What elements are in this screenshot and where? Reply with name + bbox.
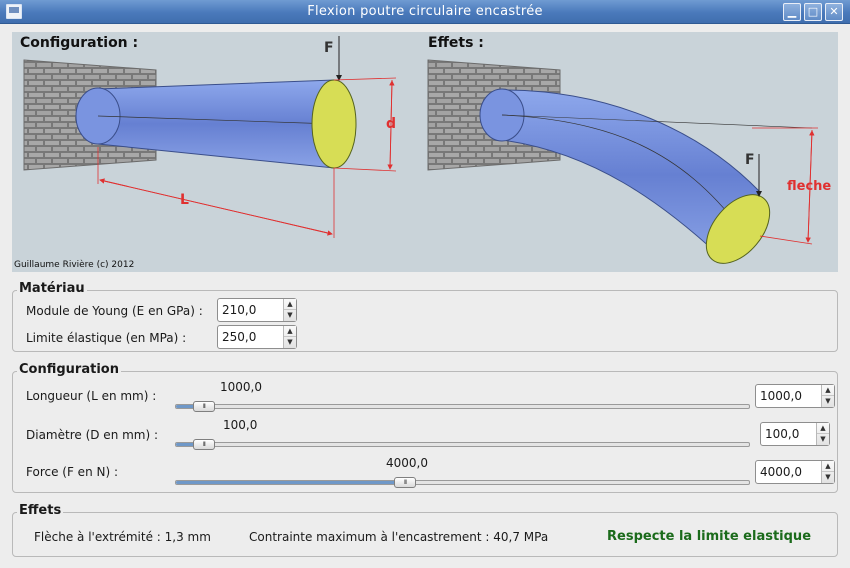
force-slider-fill xyxy=(176,481,406,484)
young-down-icon[interactable]: ▼ xyxy=(284,310,296,321)
length-slider-value: 1000,0 xyxy=(220,380,262,394)
close-icon[interactable]: ✕ xyxy=(825,3,843,21)
force-slider-handle[interactable]: III xyxy=(394,477,416,488)
length-spinbox[interactable]: 1000,0 ▲ ▼ xyxy=(755,384,835,408)
force-down-icon[interactable]: ▼ xyxy=(822,472,834,483)
config-label: Configuration : xyxy=(20,35,139,51)
diameter-value[interactable]: 100,0 xyxy=(765,427,799,441)
length-slider[interactable] xyxy=(175,404,750,409)
length-up-icon[interactable]: ▲ xyxy=(822,385,834,396)
length-value[interactable]: 1000,0 xyxy=(760,389,802,403)
limit-label: Limite élastique (en MPa) : xyxy=(26,331,187,345)
diameter-row-label: Diamètre (D en mm) : xyxy=(26,428,159,442)
diameter-spinbox[interactable]: 100,0 ▲ ▼ xyxy=(760,422,830,446)
young-spinbox[interactable]: 210,0 ▲ ▼ xyxy=(217,298,297,322)
force-label-right: F xyxy=(745,152,755,168)
diameter-down-icon[interactable]: ▼ xyxy=(817,434,829,445)
diameter-slider[interactable] xyxy=(175,442,750,447)
deflection-label: fleche xyxy=(787,179,832,194)
maximize-icon[interactable]: □ xyxy=(804,3,822,21)
force-slider-value: 4000,0 xyxy=(386,456,428,470)
status-text: Respecte la limite elastique xyxy=(607,529,812,544)
young-label: Module de Young (E en GPa) : xyxy=(26,304,203,318)
length-down-icon[interactable]: ▼ xyxy=(822,396,834,407)
force-slider[interactable] xyxy=(175,480,750,485)
configuration-title: Configuration xyxy=(17,362,121,377)
deflection-result: Flèche à l'extrémité : 1,3 mm xyxy=(34,530,211,544)
minimize-icon[interactable]: ▁ xyxy=(783,3,801,21)
limit-up-icon[interactable]: ▲ xyxy=(284,326,296,337)
length-row-label: Longueur (L en mm) : xyxy=(26,389,157,403)
effects-label: Effets : xyxy=(428,35,484,51)
materiau-title: Matériau xyxy=(17,281,87,296)
stress-result: Contrainte maximum à l'encastrement : 40… xyxy=(249,530,549,544)
limit-down-icon[interactable]: ▼ xyxy=(284,337,296,348)
limit-value[interactable]: 250,0 xyxy=(222,330,256,344)
effets-title: Effets xyxy=(17,503,64,518)
illustration-drawing xyxy=(23,36,818,264)
diameter-label: d xyxy=(386,116,397,132)
force-up-icon[interactable]: ▲ xyxy=(822,461,834,472)
length-label: L xyxy=(180,192,189,208)
length-slider-handle[interactable]: III xyxy=(192,401,215,412)
young-up-icon[interactable]: ▲ xyxy=(284,299,296,310)
diameter-slider-handle[interactable]: III xyxy=(192,439,215,450)
force-value[interactable]: 4000,0 xyxy=(760,465,802,479)
force-label: F xyxy=(324,40,334,56)
force-spinbox[interactable]: 4000,0 ▲ ▼ xyxy=(755,460,835,484)
young-value[interactable]: 210,0 xyxy=(222,303,256,317)
diameter-slider-value: 100,0 xyxy=(223,418,258,432)
beam-illustration: Configuration : Effets : F d L F fleche … xyxy=(12,32,838,272)
limit-spinbox[interactable]: 250,0 ▲ ▼ xyxy=(217,325,297,349)
diameter-up-icon[interactable]: ▲ xyxy=(817,423,829,434)
title-bar: Flexion poutre circulaire encastrée ▁ □ … xyxy=(0,0,850,24)
window-title: Flexion poutre circulaire encastrée xyxy=(307,4,543,19)
copyright-text: Guillaume Rivière (c) 2012 xyxy=(14,260,135,270)
beam-tip-left xyxy=(311,79,357,169)
force-row-label: Force (F en N) : xyxy=(26,465,118,479)
